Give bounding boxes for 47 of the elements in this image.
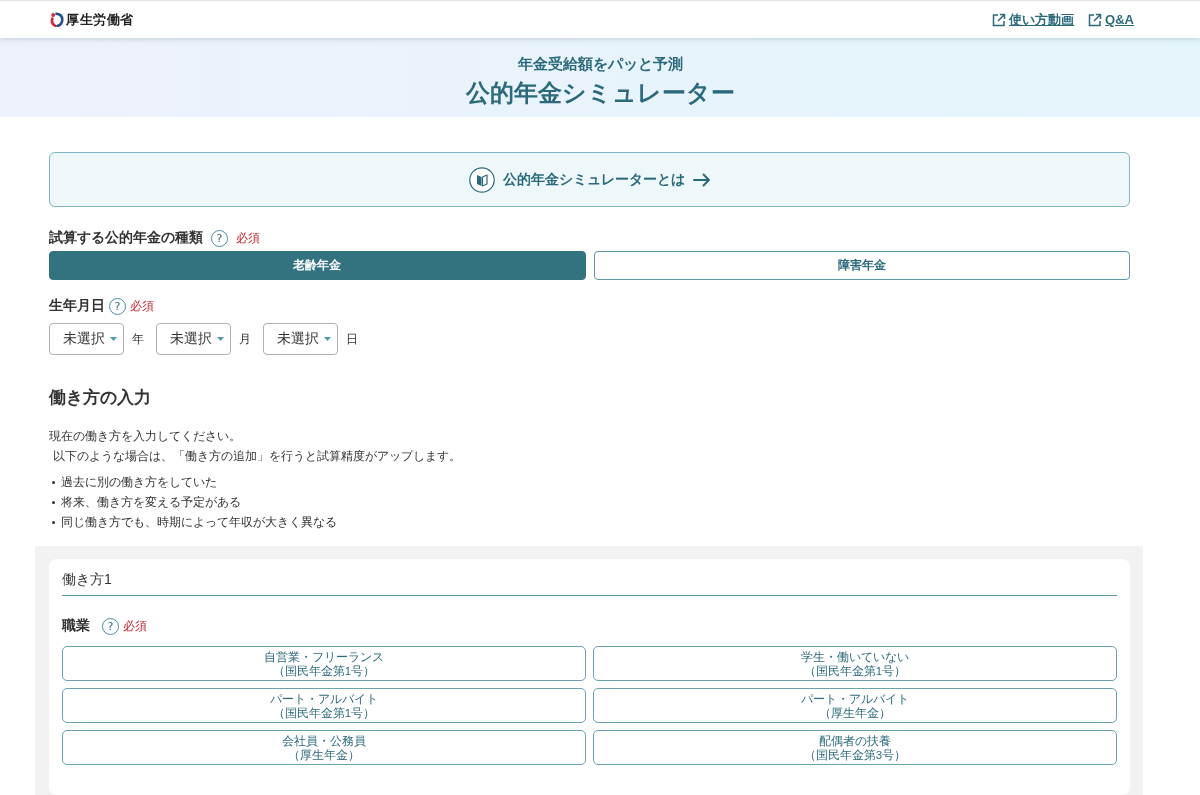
date-unit-label: 月 (239, 330, 251, 348)
logo-text: 厚生労働省 (66, 11, 134, 28)
date-unit-label: 年 (132, 330, 144, 348)
required-label: 必須 (130, 297, 154, 315)
field-label: 生年月日 (49, 297, 105, 315)
date-select[interactable]: 未選択 (263, 323, 338, 355)
required-label: 必須 (123, 617, 147, 635)
required-label: 必須 (236, 229, 260, 247)
hero-subtitle: 年金受給額をパッと予測 (517, 54, 683, 74)
date-unit-label: 日 (346, 330, 358, 348)
card-title: 働き方1 (62, 569, 1117, 596)
bullet-text: 過去に別の働き方をしていた (61, 473, 217, 491)
caret-down-icon (110, 337, 117, 341)
bullet-icon (52, 480, 55, 484)
occupation-option[interactable]: 配偶者の扶養 （国民年金第3号） (593, 730, 1117, 765)
occupation-option[interactable]: 学生・働いていない （国民年金第1号） (593, 646, 1117, 681)
external-link-icon (1088, 12, 1103, 27)
book-icon (468, 166, 495, 193)
bullet-icon (52, 520, 55, 524)
pension-type-option[interactable]: 老齢年金 (49, 251, 586, 280)
intro-text: 現在の働き方を入力してください。 (49, 428, 242, 445)
bullet-text: 将来、働き方を変える予定がある (61, 493, 241, 511)
occupation-option[interactable]: 自営業・フリーランス （国民年金第1号） (62, 646, 586, 681)
field-label: 試算する公的年金の種類 (49, 229, 203, 247)
caret-down-icon (324, 337, 331, 341)
pension-type-option[interactable]: 障害年金 (593, 251, 1130, 280)
arrow-right-icon (692, 172, 711, 187)
occupation-option[interactable]: パート・アルバイト （国民年金第1号） (62, 688, 586, 723)
help-button[interactable]: ? (109, 297, 126, 315)
help-button[interactable]: ? (102, 617, 119, 635)
help-button[interactable]: ? (211, 229, 228, 247)
caret-down-icon (217, 337, 224, 341)
date-select[interactable]: 未選択 (49, 323, 124, 355)
section-heading: 働き方の入力 (49, 387, 152, 409)
field-label: 職業 (62, 617, 90, 635)
occupation-option[interactable]: パート・アルバイト （厚生年金） (593, 688, 1117, 723)
logo-emblem-icon (50, 12, 64, 27)
page-title: 公的年金シミュレーター (465, 78, 735, 108)
header-link[interactable]: Q&A (1088, 10, 1134, 29)
bullet-text: 同じ働き方でも、時期によって年収が大きく異なる (61, 513, 337, 531)
intro-text: 以下のような場合は、「働き方の追加」を行うと試算精度がアップします。 (52, 448, 462, 465)
occupation-option[interactable]: 会社員・公務員 （厚生年金） (62, 730, 586, 765)
header-link[interactable]: 使い方動画 (992, 10, 1075, 29)
external-link-icon (992, 12, 1007, 27)
bullet-icon (52, 500, 55, 504)
about-link-banner[interactable]: 公的年金シミュレーターとは (49, 152, 1130, 207)
date-select[interactable]: 未選択 (156, 323, 231, 355)
